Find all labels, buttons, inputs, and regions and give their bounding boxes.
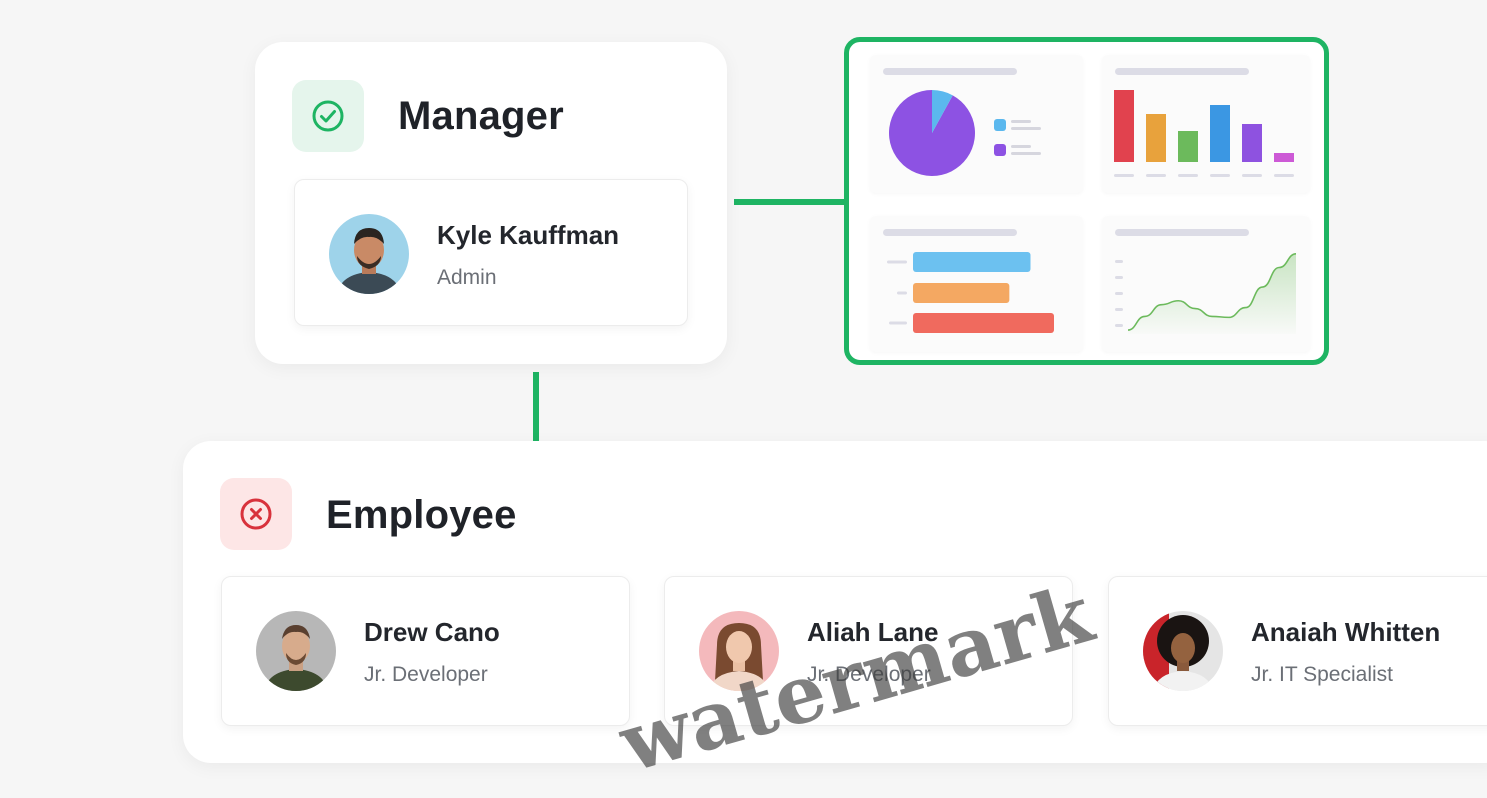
title-placeholder bbox=[1115, 229, 1249, 236]
area-fill bbox=[1128, 253, 1296, 334]
tick-placeholder bbox=[887, 260, 907, 264]
tick-placeholder bbox=[1274, 174, 1294, 177]
title-placeholder bbox=[883, 229, 1017, 236]
bar bbox=[1114, 90, 1134, 162]
person-role: Jr. IT Specialist bbox=[1251, 663, 1393, 686]
horizontal-bar-chart bbox=[883, 229, 1054, 333]
tick-placeholder bbox=[1115, 276, 1123, 279]
person-role: Admin bbox=[437, 266, 497, 289]
tick-placeholder bbox=[1115, 308, 1123, 311]
hbar bbox=[913, 283, 1010, 303]
legend-line bbox=[1011, 152, 1041, 155]
manager-card: Manager Kyle Kauffman Admin bbox=[255, 42, 727, 364]
dashboard-preview[interactable] bbox=[844, 37, 1329, 365]
tick-placeholder bbox=[1115, 324, 1123, 327]
area-chart-panel bbox=[1102, 216, 1310, 352]
pie-chart-panel bbox=[870, 55, 1083, 193]
person-role: Jr. Developer bbox=[364, 663, 488, 686]
pie-chart bbox=[883, 68, 1041, 176]
tick-placeholder bbox=[889, 321, 907, 325]
bar bbox=[1146, 114, 1166, 162]
bar bbox=[1274, 153, 1294, 162]
avatar bbox=[256, 611, 336, 691]
person-name: Kyle Kauffman bbox=[437, 220, 620, 250]
x-circle-icon bbox=[240, 498, 272, 530]
bar bbox=[1210, 105, 1230, 162]
legend-line bbox=[1011, 145, 1031, 148]
manager-status-badge bbox=[292, 80, 364, 152]
legend-swatch bbox=[994, 119, 1006, 131]
legend-swatch bbox=[994, 144, 1006, 156]
tick-placeholder bbox=[1146, 174, 1166, 177]
hbar-chart-panel bbox=[870, 216, 1083, 352]
tick-placeholder bbox=[1242, 174, 1262, 177]
avatar bbox=[1143, 611, 1223, 691]
employee-section-title: Employee bbox=[326, 493, 517, 537]
bar bbox=[1178, 131, 1198, 162]
title-placeholder bbox=[883, 68, 1017, 75]
avatar bbox=[329, 214, 409, 294]
person-name: Anaiah Whitten bbox=[1251, 617, 1441, 647]
bar-chart bbox=[1114, 68, 1294, 177]
bar-chart-panel bbox=[1102, 55, 1310, 193]
hbar bbox=[913, 252, 1031, 272]
legend-line bbox=[1011, 120, 1031, 123]
tick-placeholder bbox=[1115, 292, 1123, 295]
title-placeholder bbox=[1115, 68, 1249, 75]
hbar bbox=[913, 313, 1054, 333]
manager-person-card[interactable]: Kyle Kauffman Admin bbox=[294, 179, 688, 326]
tick-placeholder bbox=[1210, 174, 1230, 177]
tick-placeholder bbox=[1178, 174, 1198, 177]
person-name: Drew Cano bbox=[364, 617, 500, 647]
check-circle-icon bbox=[312, 100, 344, 132]
tick-placeholder bbox=[1115, 260, 1123, 263]
legend-line bbox=[1011, 127, 1041, 130]
manager-section-title: Manager bbox=[398, 94, 564, 138]
tick-placeholder bbox=[897, 291, 907, 295]
employee-person-card[interactable]: Anaiah Whitten Jr. IT Specialist bbox=[1108, 576, 1487, 726]
tick-placeholder bbox=[1114, 174, 1134, 177]
area-chart bbox=[1115, 229, 1297, 334]
employee-status-badge bbox=[220, 478, 292, 550]
bar bbox=[1242, 124, 1262, 162]
employee-person-card[interactable]: Drew Cano Jr. Developer bbox=[221, 576, 630, 726]
